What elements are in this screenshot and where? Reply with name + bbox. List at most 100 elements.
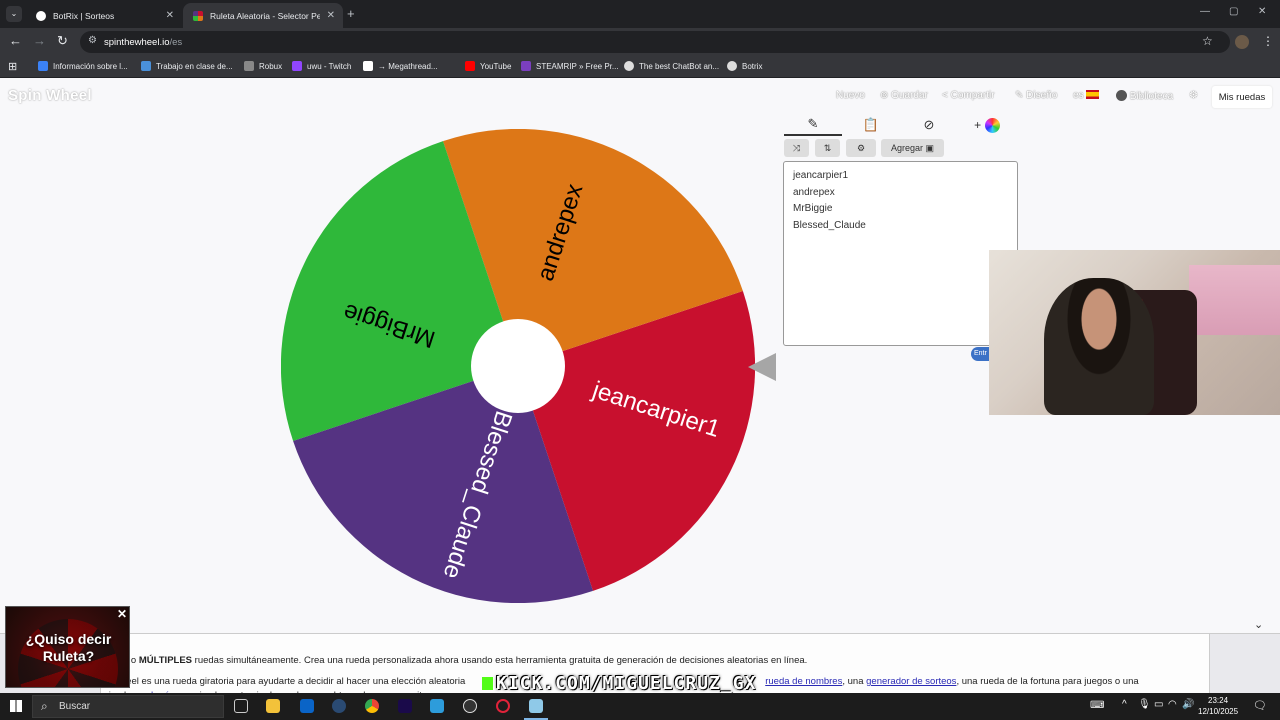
file-explorer-icon[interactable] (266, 699, 280, 713)
task-view-icon[interactable] (234, 699, 248, 713)
link-generador-de-sorteos[interactable]: generador de sorteos (866, 676, 956, 687)
tab-add-color[interactable]: + (958, 114, 1016, 136)
entry-line: andrepex (793, 186, 835, 198)
spinwheel-favicon-icon (193, 10, 203, 21)
app-active-icon[interactable] (529, 699, 543, 713)
plus-icon: + (974, 118, 982, 132)
microphone-icon[interactable]: 🎙 (1138, 699, 1151, 710)
nav-diseno[interactable]: ✎ Diseño (1015, 90, 1057, 101)
mis-ruedas-button[interactable]: Mis ruedas (1212, 86, 1272, 108)
tab-edit[interactable]: ✎ (784, 114, 842, 136)
wheel-center-hub[interactable] (471, 319, 565, 413)
page-content: Spin Wheel Nuevo ⊚ Guardar < Compartir ✎… (0, 78, 1280, 701)
entry-line: jeancarpier1 (793, 170, 849, 181)
keyboard-icon[interactable]: ⌨ (1090, 700, 1104, 711)
browser-toolbar: ← → ↻ ⚙ spinthewheel.io/es ☆ ⋮ (0, 28, 1280, 56)
bookmark-item[interactable]: Trabajo en clase de... (141, 61, 233, 71)
ai-button[interactable]: ⚙ (846, 139, 876, 157)
entries-textarea[interactable]: jeancarpier1 andrepex MrBiggie Blessed_C… (783, 161, 1018, 346)
new-tab-button[interactable]: + (347, 6, 355, 21)
profile-avatar[interactable] (1235, 35, 1249, 49)
entry-line: Blessed_Claude (793, 220, 866, 232)
back-icon[interactable]: ← (9, 33, 22, 48)
sort-button[interactable]: ⇅ (815, 139, 840, 157)
botrix-favicon-icon (36, 10, 46, 21)
wheel-svg: jeancarpier1 andrepex MrBiggie Blessed_C… (280, 128, 756, 604)
bookmark-item[interactable]: → Megathread... (363, 61, 438, 71)
bookmark-item[interactable]: uwu - Twitch (292, 61, 351, 71)
link-rueda-de-nombres[interactable]: rueda de nombres (765, 676, 842, 687)
apps-grid-icon[interactable]: ⊞ (8, 60, 17, 73)
app-icon[interactable] (430, 699, 444, 713)
taskbar-search[interactable]: ⌕ Buscar (32, 695, 224, 718)
tab-results[interactable]: 📋 (842, 114, 900, 136)
bookmark-item[interactable]: Información sobre l... (38, 61, 128, 71)
site-logo[interactable]: Spin Wheel (8, 87, 92, 104)
bookmark-item[interactable]: The best ChatBot an... (624, 61, 719, 71)
tray-chevron-icon[interactable]: ^ (1122, 699, 1127, 710)
bookmark-item[interactable]: YouTube (465, 61, 511, 71)
tab-ruleta[interactable]: Ruleta Aleatoria - Selector Perso ✕ (183, 3, 343, 28)
network-icon[interactable]: ▭ (1154, 699, 1163, 710)
bookmark-item[interactable]: Robux (244, 61, 282, 71)
search-icon: ⌕ (41, 699, 48, 713)
popup-title: ¿Quiso decir Ruleta? (25, 631, 112, 664)
volume-icon[interactable]: 🔊 (1182, 699, 1194, 710)
close-tab-icon[interactable]: ✕ (327, 10, 335, 21)
image-icon: ▣ (925, 142, 935, 153)
spin-wheel[interactable]: jeancarpier1 andrepex MrBiggie Blessed_C… (280, 128, 756, 604)
url-host: spinthewheel.io (104, 36, 170, 48)
minimize-icon[interactable]: — (1200, 6, 1210, 17)
close-tab-icon[interactable]: ✕ (166, 10, 174, 21)
site-info-icon[interactable]: ⚙ (88, 35, 97, 46)
color-wheel-icon (984, 117, 1000, 133)
add-image-button[interactable]: Agregar ▣ (881, 139, 944, 157)
windows-start-icon[interactable] (10, 700, 22, 712)
wheel-pointer-icon (748, 353, 776, 381)
bookmark-item[interactable]: Botrix (727, 61, 762, 71)
maximize-icon[interactable]: ▢ (1229, 6, 1238, 17)
editor-tabs: ✎ 📋 ⊘ + (784, 114, 1018, 136)
tab-search-button[interactable]: ⌄ (6, 6, 22, 22)
reload-icon[interactable]: ↻ (57, 33, 68, 49)
eye-slash-icon: ⊘ (923, 117, 935, 132)
nav-compartir[interactable]: < Compartir (942, 90, 995, 101)
address-bar[interactable]: ⚙ spinthewheel.io/es ☆ (80, 31, 1230, 53)
chrome-icon[interactable] (365, 699, 379, 713)
description-line-1: rueda o MÚLTIPLES ruedas simultáneamente… (104, 655, 808, 666)
notifications-icon[interactable]: 🗨 (1253, 699, 1267, 712)
wifi-icon[interactable]: ◠ (1168, 699, 1177, 710)
nav-language[interactable]: es (1073, 90, 1100, 101)
windows-taskbar: ⌕ Buscar ⌨ ^ 🎙 ▭ ◠ 🔊 23:24 12/10/2025 🗨 (0, 693, 1280, 720)
bookmarks-bar: ⊞ Información sobre l... Trabajo en clas… (0, 56, 1280, 78)
nav-biblioteca[interactable]: Biblioteca (1116, 90, 1173, 102)
bookmark-item[interactable]: STEAMRIP » Free Pr... (521, 61, 619, 71)
steam-icon[interactable] (332, 699, 346, 713)
nav-guardar[interactable]: ⊚ Guardar (880, 90, 928, 101)
opera-icon[interactable] (496, 699, 510, 713)
brain-icon: ⚙ (856, 142, 866, 153)
url-path: /es (169, 36, 183, 48)
shuffle-button[interactable]: ⤨ (784, 139, 809, 157)
entry-line: MrBiggie (793, 203, 833, 215)
nav-nuevo[interactable]: Nuevo (836, 90, 865, 101)
close-popup-icon[interactable]: ✕ (117, 607, 127, 621)
close-window-icon[interactable]: ✕ (1258, 6, 1266, 17)
roulette-popup-overlay: ¿Quiso decir Ruleta? ✕ (5, 606, 130, 688)
outlook-icon[interactable] (300, 699, 314, 713)
forward-icon[interactable]: → (33, 33, 46, 48)
menu-dots-icon[interactable]: ⋮ (1262, 34, 1274, 48)
kick-logo-icon (482, 677, 493, 690)
globe-icon (1116, 90, 1127, 101)
tab-hidden[interactable]: ⊘ (900, 114, 958, 136)
obs-icon[interactable] (463, 699, 477, 713)
tab-botrix[interactable]: BotRix | Sorteos ✕ (26, 3, 182, 28)
taskbar-clock[interactable]: 23:24 12/10/2025 (1198, 695, 1238, 717)
webcam-overlay (989, 250, 1280, 415)
bookmark-star-icon[interactable]: ☆ (1202, 34, 1213, 48)
webcam-shelf (1189, 265, 1280, 335)
settings-gear-icon[interactable]: ⚙ (1189, 90, 1198, 101)
shuffle-icon: ⤨ (792, 142, 801, 153)
premiere-icon[interactable] (398, 699, 412, 713)
scroll-down-chevron-icon[interactable]: ⌄ (1254, 618, 1263, 631)
